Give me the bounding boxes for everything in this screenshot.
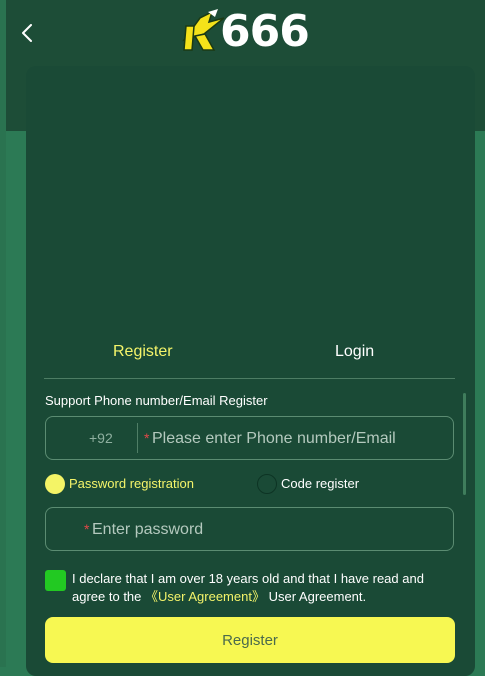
radio-password-label[interactable]: Password registration	[69, 476, 194, 491]
password-field[interactable]: *	[45, 507, 454, 551]
prefix-divider	[137, 423, 138, 453]
back-button[interactable]	[14, 20, 40, 46]
required-mark: *	[144, 430, 150, 446]
agreement-checkbox[interactable]	[45, 570, 66, 591]
chevron-left-icon	[22, 24, 32, 42]
country-code-prefix[interactable]: +92	[89, 430, 113, 446]
brand-logo: 666	[178, 6, 320, 60]
user-agreement-link[interactable]: 《User Agreement》	[145, 589, 265, 604]
password-input[interactable]	[92, 519, 432, 541]
tab-register[interactable]: Register	[113, 342, 173, 362]
agreement-text: I declare that I am over 18 years old an…	[72, 570, 452, 606]
radio-code-label[interactable]: Code register	[281, 476, 359, 491]
tab-divider	[44, 378, 455, 379]
phone-email-field[interactable]: +92 *	[45, 416, 454, 460]
scrollbar[interactable]	[463, 393, 466, 495]
logo-text: 666	[220, 6, 310, 57]
required-mark: *	[84, 521, 90, 537]
support-label: Support Phone number/Email Register	[45, 393, 268, 408]
radio-code-register[interactable]	[257, 474, 277, 494]
agreement-suffix: User Agreement.	[268, 589, 367, 604]
tab-login[interactable]: Login	[335, 342, 374, 362]
phone-email-input[interactable]	[152, 428, 442, 450]
register-button[interactable]: Register	[45, 617, 455, 663]
radio-password-registration[interactable]	[45, 474, 65, 494]
